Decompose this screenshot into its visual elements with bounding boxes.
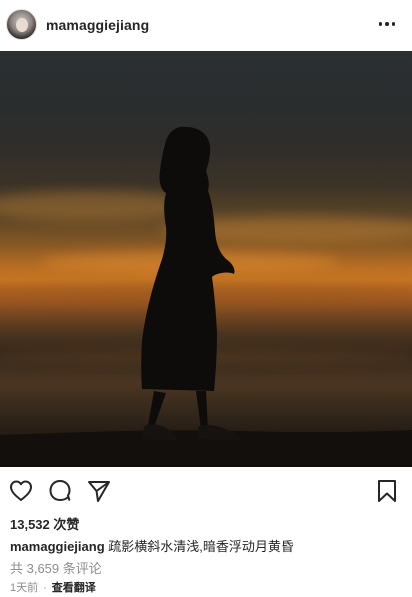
post-caption: mamaggiejiang 疏影横斜水清浅,暗香浮动月黄昏 (10, 536, 294, 555)
post-meta: 1天前 · 查看翻译 (10, 579, 96, 595)
avatar[interactable] (6, 9, 37, 40)
more-options-icon[interactable] (376, 14, 398, 34)
bookmark-icon[interactable] (374, 478, 400, 504)
caption-text: 疏影横斜水清浅,暗香浮动月黄昏 (108, 539, 294, 554)
heart-icon[interactable] (8, 478, 34, 504)
silhouette (0, 126, 412, 467)
like-count[interactable]: 13,532 次赞 (10, 514, 79, 533)
post-actions (0, 478, 412, 506)
post-photo[interactable] (0, 51, 412, 467)
comment-icon[interactable] (47, 478, 73, 504)
translate-link[interactable]: 查看翻译 (52, 582, 96, 594)
post-username[interactable]: mamaggiejiang (46, 17, 149, 33)
post-header: mamaggiejiang (0, 0, 412, 50)
view-comments-link[interactable]: 共 3,659 条评论 (10, 558, 102, 577)
caption-username[interactable]: mamaggiejiang (10, 539, 105, 554)
meta-separator: · (43, 582, 47, 594)
post-time: 1天前 (10, 582, 39, 594)
send-icon[interactable] (86, 478, 112, 504)
